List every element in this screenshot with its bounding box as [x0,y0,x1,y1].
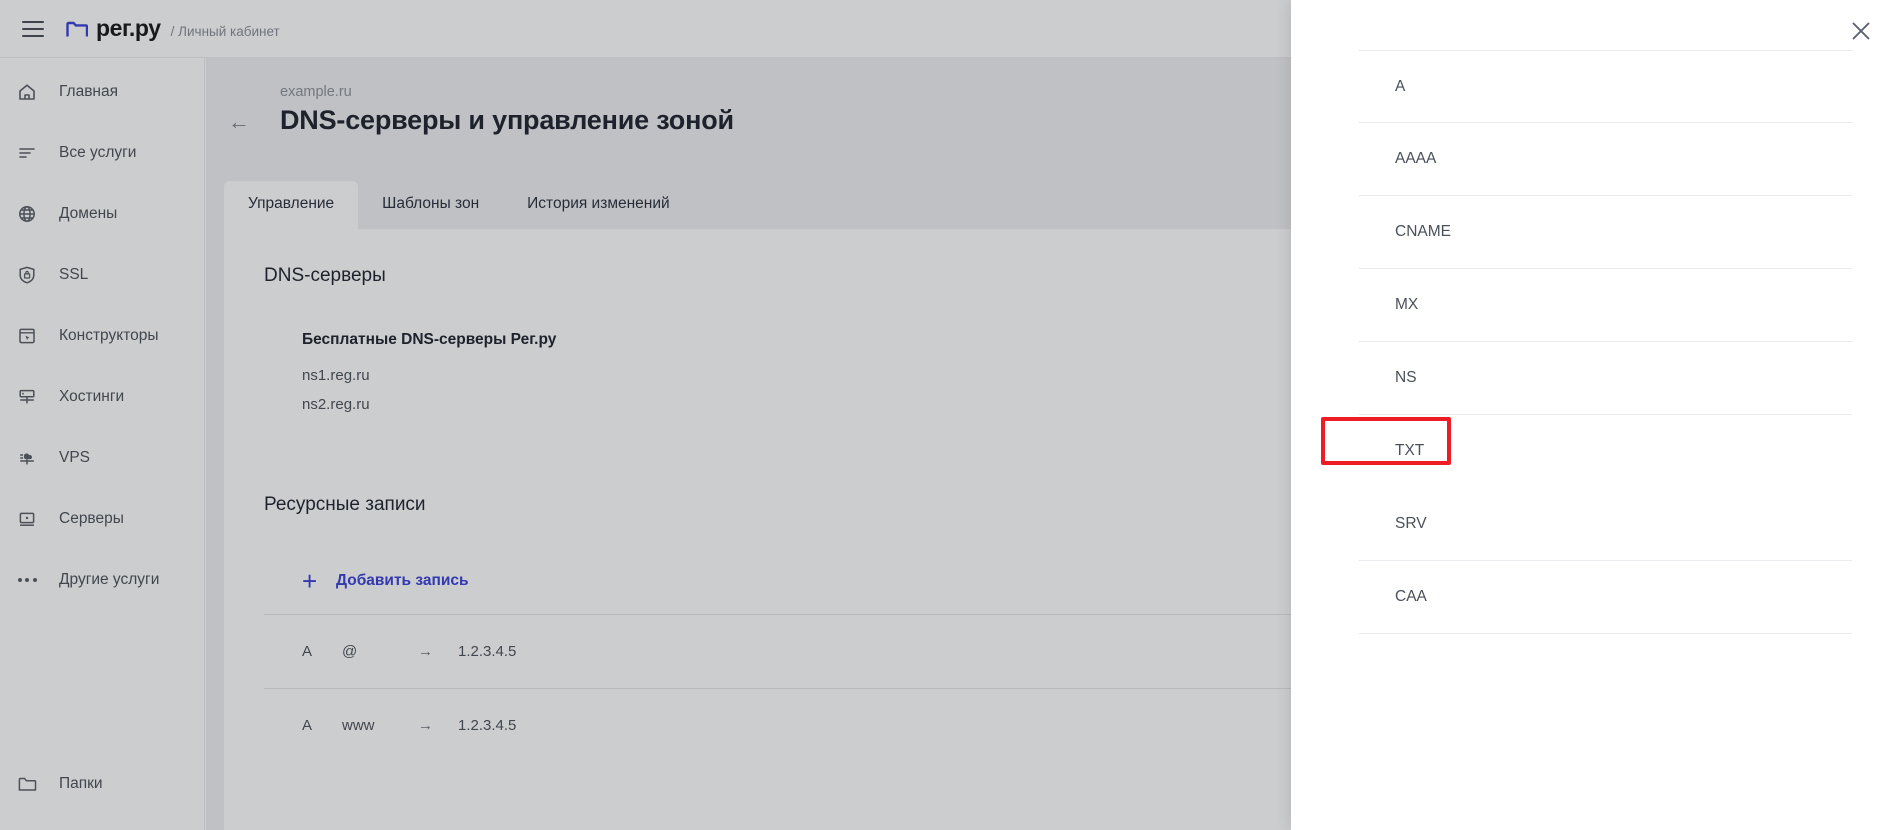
record-type-option-srv[interactable]: SRV [1359,488,1852,561]
record-type-option-mx[interactable]: MX [1359,269,1852,342]
record-type-option-a[interactable]: A [1359,50,1852,123]
record-type-option-ns[interactable]: NS [1359,342,1852,415]
record-type-option-caa[interactable]: CAA [1359,561,1852,634]
record-type-list: A AAAA CNAME MX NS TXT SRV CAA [1321,50,1852,634]
record-type-drawer: A AAAA CNAME MX NS TXT SRV CAA [1291,0,1900,830]
close-icon[interactable] [1844,14,1878,48]
screen-root: рег.ру / Личный кабинет Главная Все услу… [0,0,1900,830]
record-type-option-txt-label: TXT [1395,442,1425,459]
highlight-box [1321,417,1451,465]
record-type-option-txt[interactable]: TXT [1321,415,1852,488]
record-type-option-aaaa[interactable]: AAAA [1359,123,1852,196]
modal-overlay[interactable] [0,0,1291,830]
record-type-option-cname[interactable]: CNAME [1359,196,1852,269]
